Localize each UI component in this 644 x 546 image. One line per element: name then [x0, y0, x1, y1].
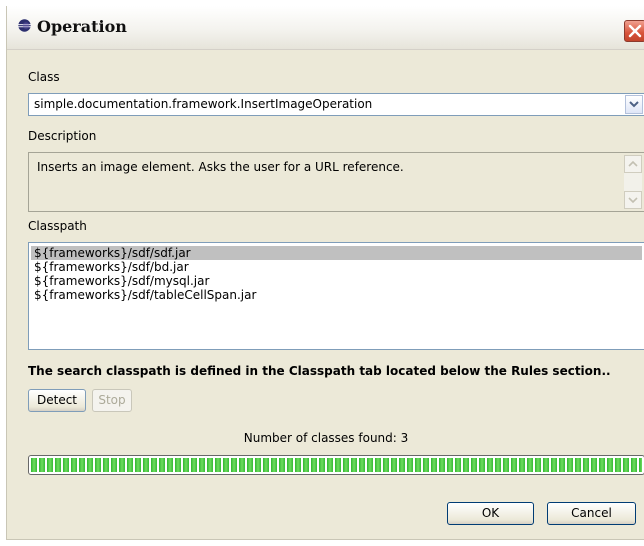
- eclipse-icon: [18, 19, 31, 32]
- dialog-title: Operation: [37, 17, 127, 36]
- class-combo-dropdown-button[interactable]: [625, 95, 643, 114]
- detect-progress-bar: [28, 455, 644, 475]
- classes-found-text: Number of classes found: 3: [243, 431, 409, 445]
- chevron-down-icon: [628, 197, 638, 204]
- title-bar[interactable]: Operation: [7, 6, 644, 50]
- classpath-entry[interactable]: ${frameworks}/sdf/bd.jar: [31, 260, 642, 274]
- description-label: Description: [28, 129, 97, 143]
- classpath-entry[interactable]: ${frameworks}/sdf/tableCellSpan.jar: [31, 288, 642, 302]
- chevron-down-icon: [629, 101, 639, 108]
- classpath-note: The search classpath is defined in the C…: [28, 364, 611, 378]
- class-combo-value: simple.documentation.framework.InsertIma…: [34, 97, 373, 111]
- cancel-button[interactable]: Cancel: [547, 502, 636, 525]
- chevron-up-icon: [628, 160, 638, 167]
- scroll-down-button[interactable]: [624, 191, 642, 209]
- scroll-up-button[interactable]: [624, 155, 642, 173]
- progress-fill: [31, 458, 642, 472]
- stop-button[interactable]: Stop: [92, 389, 132, 412]
- operation-dialog: Operation Class simple.documentation.fra…: [6, 6, 644, 540]
- description-text: Inserts an image element. Asks the user …: [37, 160, 404, 174]
- classpath-label: Classpath: [28, 219, 87, 233]
- description-text-area: Inserts an image element. Asks the user …: [28, 152, 644, 212]
- class-combo[interactable]: simple.documentation.framework.InsertIma…: [28, 93, 644, 116]
- close-icon: [628, 24, 642, 38]
- ok-button[interactable]: OK: [447, 502, 534, 525]
- classpath-entry[interactable]: ${frameworks}/sdf/mysql.jar: [31, 274, 642, 288]
- classpath-list[interactable]: ${frameworks}/sdf/sdf.jar ${frameworks}/…: [28, 242, 644, 350]
- class-label: Class: [28, 70, 60, 84]
- classpath-entry[interactable]: ${frameworks}/sdf/sdf.jar: [31, 246, 642, 260]
- close-button[interactable]: [624, 20, 644, 42]
- detect-button[interactable]: Detect: [28, 389, 86, 412]
- description-scrollbar[interactable]: [624, 155, 642, 209]
